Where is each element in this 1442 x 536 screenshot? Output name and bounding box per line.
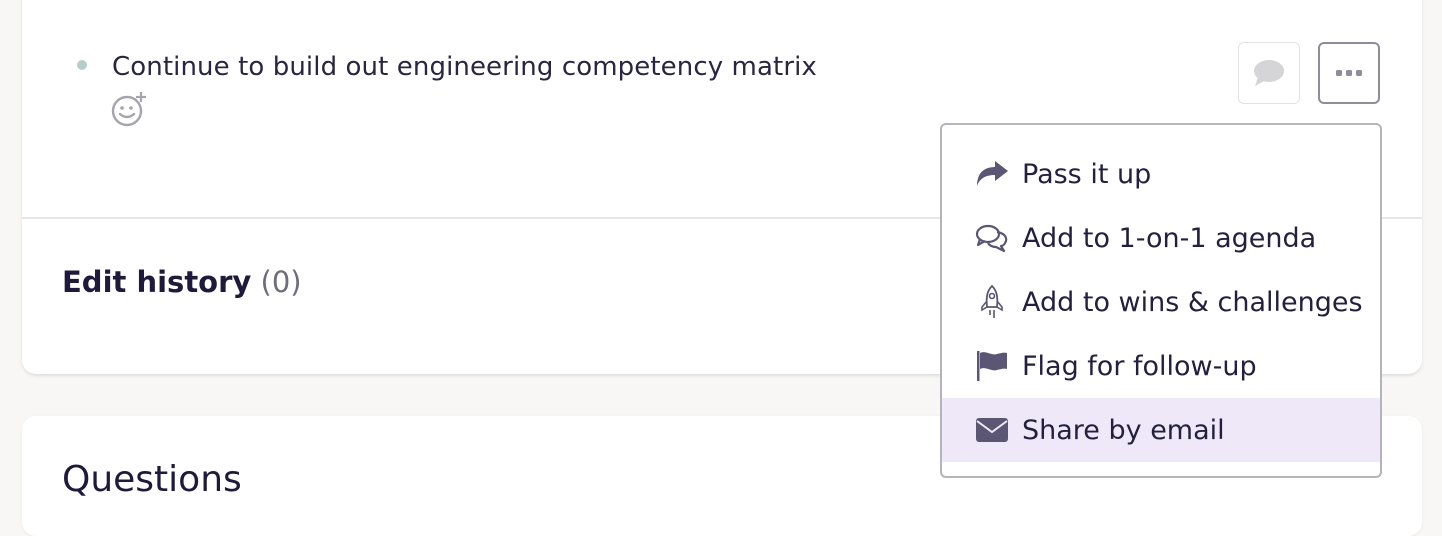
flag-icon (974, 348, 1010, 384)
edit-history-toggle[interactable]: Edit history (0) (62, 264, 302, 300)
action-item-text: Continue to build out engineering compet… (112, 52, 817, 82)
menu-item-label: Add to 1-on-1 agenda (1022, 222, 1317, 254)
share-forward-icon (974, 156, 1010, 192)
chat-bubbles-icon (974, 220, 1010, 256)
rocket-icon (974, 284, 1010, 320)
menu-item-label: Share by email (1022, 414, 1225, 446)
list-bullet (77, 60, 87, 70)
menu-item-add-to-1on1[interactable]: Add to 1-on-1 agenda (942, 206, 1380, 270)
more-options-menu: Pass it up Add to 1-on-1 agenda Add to w… (940, 123, 1382, 478)
ellipsis-icon (1336, 70, 1362, 76)
speech-bubble-icon (1254, 60, 1284, 86)
menu-item-share-email[interactable]: Share by email (942, 398, 1380, 462)
edit-history-count: (0) (260, 265, 302, 299)
more-options-button[interactable] (1318, 42, 1380, 104)
menu-item-label: Add to wins & challenges (1022, 286, 1363, 318)
questions-title: Questions (62, 459, 242, 500)
edit-history-label: Edit history (62, 265, 252, 299)
menu-item-label: Flag for follow-up (1022, 350, 1257, 382)
menu-item-label: Pass it up (1022, 158, 1152, 190)
menu-item-pass-it-up[interactable]: Pass it up (942, 142, 1380, 206)
menu-item-flag[interactable]: Flag for follow-up (942, 334, 1380, 398)
envelope-icon (974, 412, 1010, 448)
menu-item-add-to-wins[interactable]: Add to wins & challenges (942, 270, 1380, 334)
add-reaction-icon[interactable] (110, 90, 148, 128)
comment-button[interactable] (1238, 42, 1300, 104)
